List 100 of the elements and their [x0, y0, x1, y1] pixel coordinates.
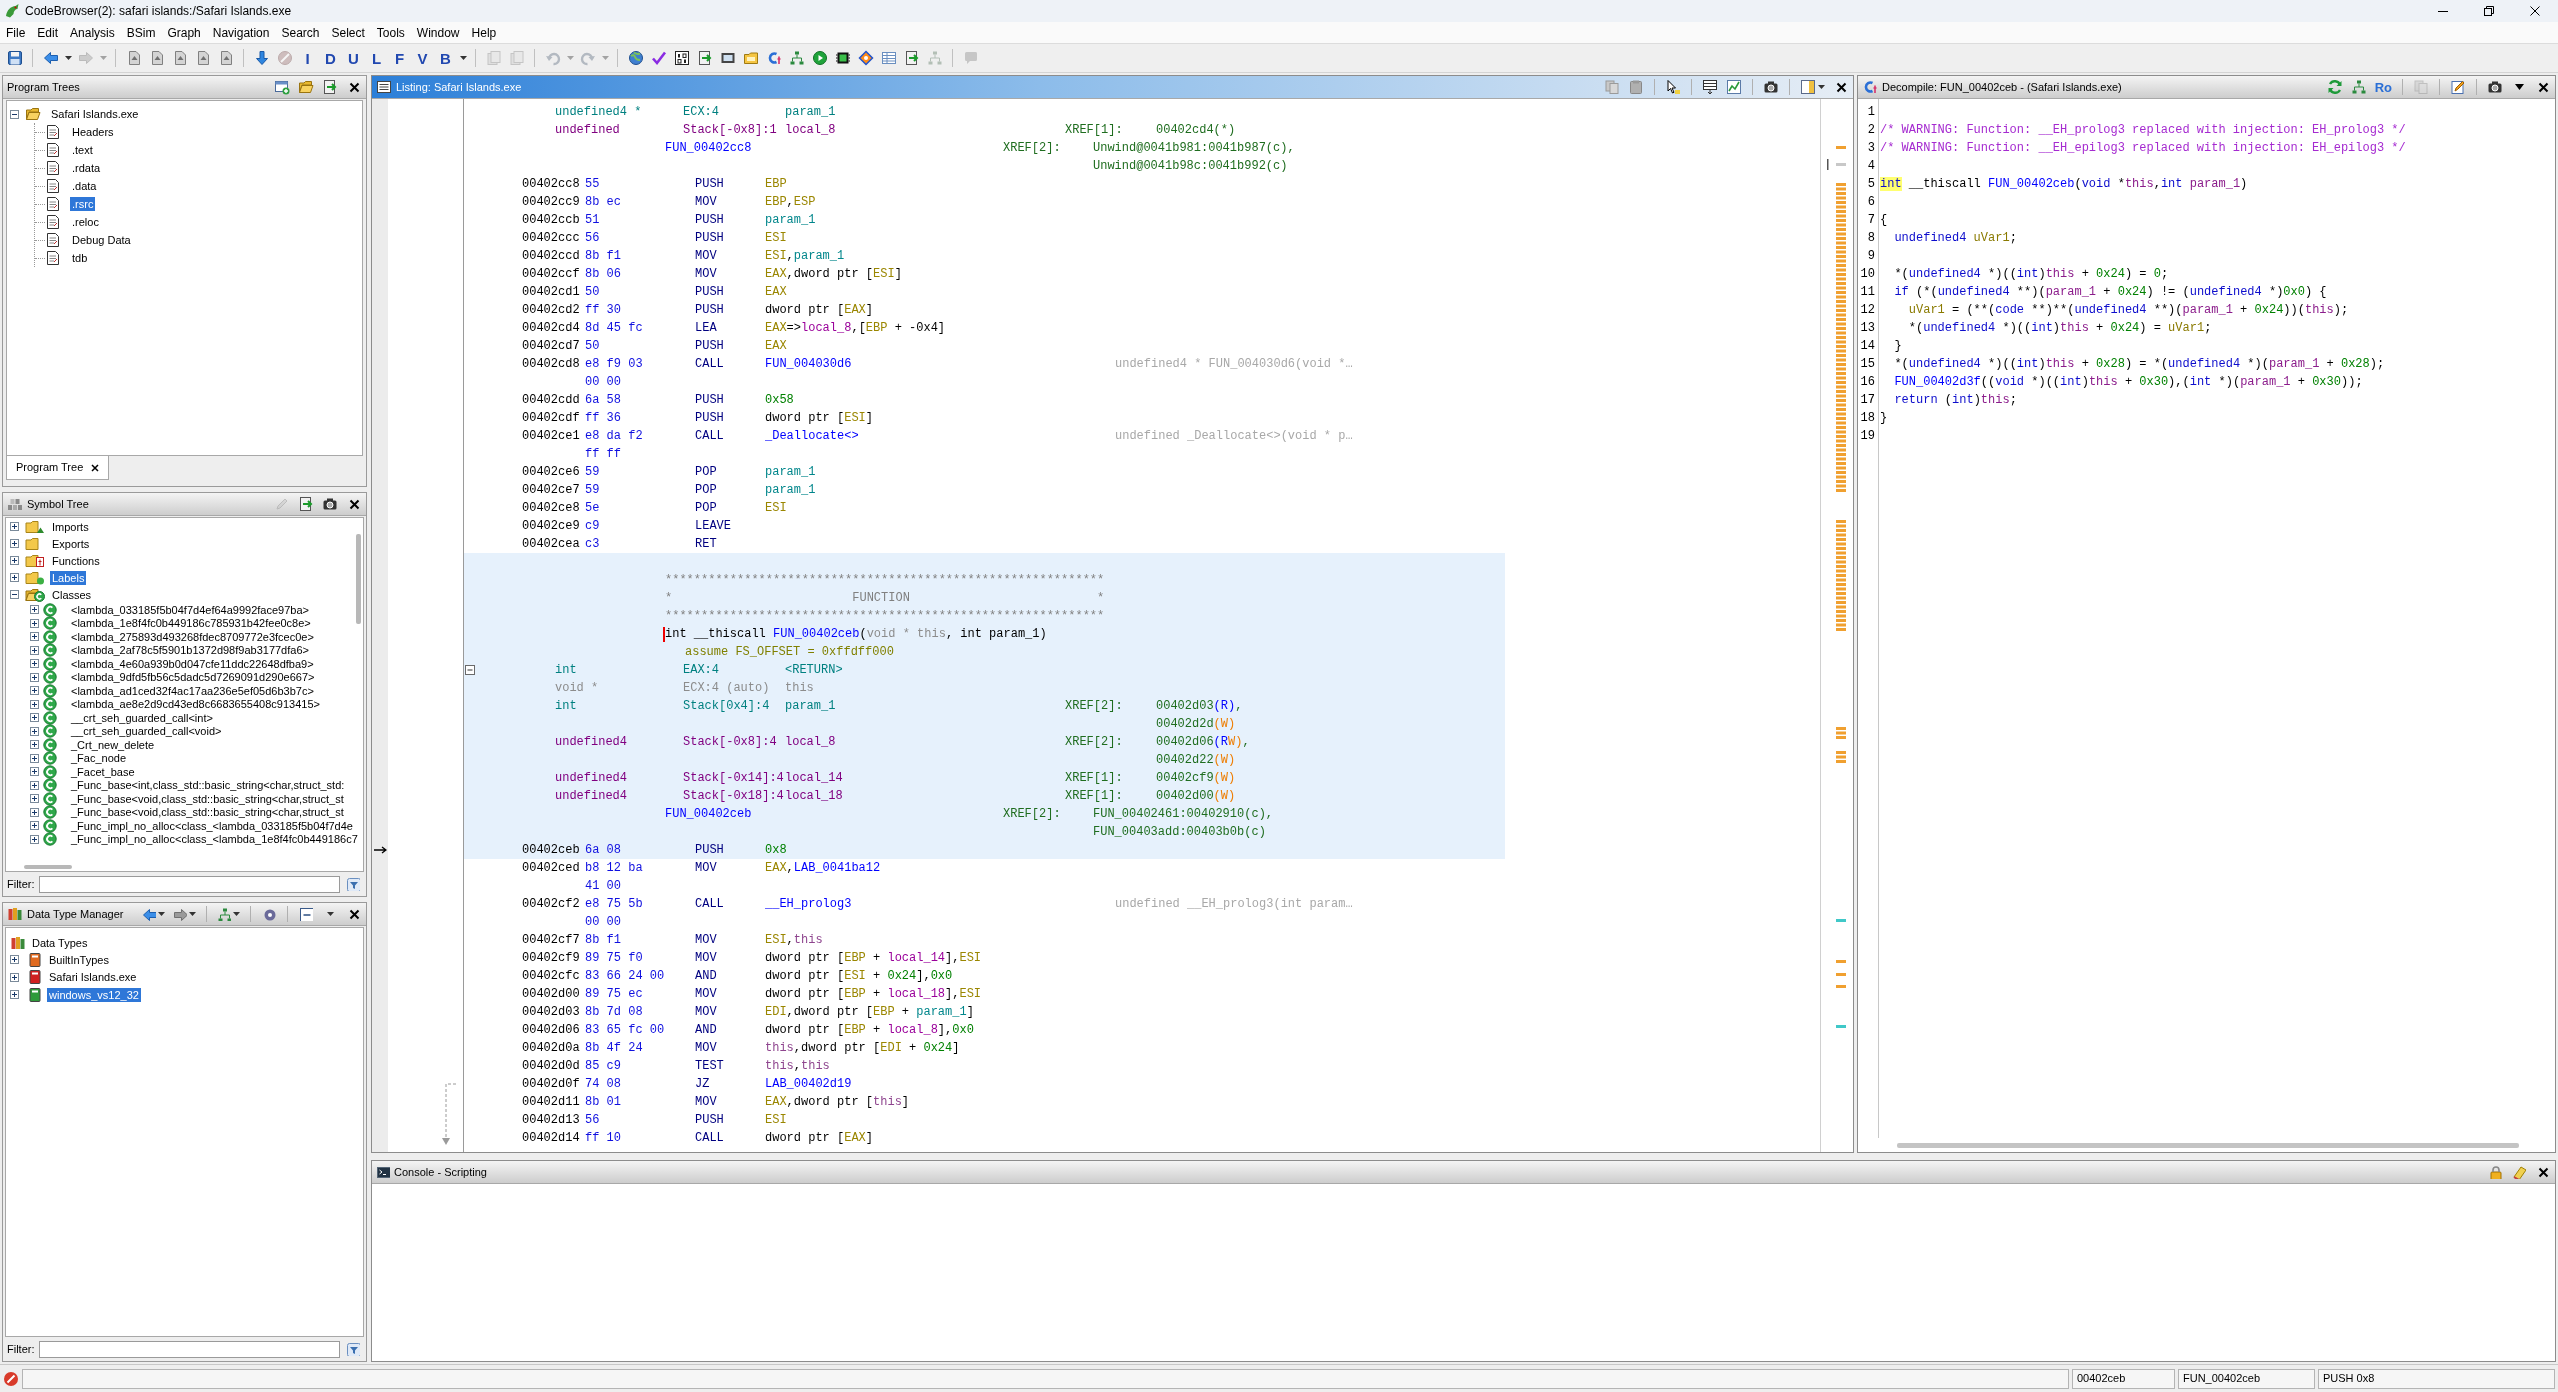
menu-item[interactable]: Graph [167, 24, 201, 41]
menu-item[interactable]: Tools [376, 24, 405, 41]
tree-item[interactable]: Classes [50, 587, 94, 602]
tree-item[interactable]: __crt_seh_guarded_call<int> [69, 710, 215, 725]
expand-icon[interactable] [30, 726, 39, 736]
expand-icon[interactable] [10, 522, 19, 531]
filter-options-button[interactable] [344, 875, 362, 893]
expand-icon[interactable] [10, 955, 19, 965]
xref-text[interactable]: Unwind@0041b98c:0041b992(c) [1093, 159, 1288, 173]
expand-icon[interactable] [30, 699, 39, 709]
tree-item[interactable]: .text [70, 143, 95, 157]
tree-item[interactable]: BuiltInTypes [47, 952, 111, 967]
expand-icon[interactable] [30, 780, 39, 790]
tree-item[interactable]: Debug Data [70, 233, 133, 247]
expand-icon[interactable] [30, 645, 39, 655]
expand-icon[interactable] [30, 605, 39, 615]
expand-icon[interactable] [10, 573, 19, 582]
xref-text[interactable]: 00402d2d(W) [1156, 717, 1236, 731]
function-label[interactable]: FUN_00402cc8 [665, 141, 752, 155]
tree-item[interactable]: .rdata [70, 161, 103, 175]
tree-item[interactable]: _Fac_node [69, 751, 129, 766]
toolbar-button[interactable]: U [342, 46, 365, 70]
expand-icon[interactable] [30, 834, 39, 844]
tree-item[interactable]: _Func_base<void,class_std::basic_string<char,struct_st [69, 805, 346, 820]
toolbar-button[interactable]: L [365, 46, 388, 70]
tree-item[interactable]: .rsrc [70, 197, 96, 211]
menu-item[interactable]: File [6, 24, 26, 41]
tree-item[interactable]: <lambda_2af78c5f5901b1372d98f9ab3177dfa6> [69, 643, 311, 658]
toolbar-button[interactable]: Ro [2372, 77, 2394, 97]
tree-item[interactable]: .data [70, 179, 99, 193]
expand-icon[interactable] [10, 539, 19, 548]
expand-icon[interactable] [10, 972, 19, 982]
horizontal-scrollbar[interactable] [1897, 1142, 2519, 1148]
expand-icon[interactable] [30, 821, 39, 831]
tree-item[interactable]: _Crt_new_delete [69, 737, 157, 752]
tree-item[interactable]: Data Types [30, 935, 90, 950]
scrollbar-thumb[interactable] [24, 865, 72, 869]
xref-text[interactable]: Unwind@0041b981:0041b987(c), [1093, 141, 1295, 155]
expand-icon[interactable] [30, 740, 39, 750]
collapse-icon[interactable] [10, 109, 19, 119]
xref-text[interactable]: 00402d03(R), [1156, 699, 1243, 713]
xref-text[interactable]: FUN_00402461:00402910(c), [1093, 807, 1274, 821]
tree-item[interactable]: _Func_base<int,class_std::basic_string<char,struct_std: [69, 778, 347, 793]
tree-item[interactable]: Exports [50, 536, 92, 551]
tree-item[interactable]: Imports [50, 519, 91, 534]
expand-icon[interactable] [10, 556, 19, 565]
expand-icon[interactable] [30, 686, 39, 696]
tree-item[interactable]: Labels [50, 570, 87, 585]
collapse-icon[interactable] [10, 590, 19, 599]
tree-item[interactable]: __crt_seh_guarded_call<void> [69, 724, 224, 739]
menu-item[interactable]: Window [416, 24, 460, 41]
tree-item[interactable]: Functions [50, 553, 102, 568]
tree-item[interactable]: <lambda_ae8e2d9cd43ed8c6683655408c913415> [69, 697, 322, 712]
expand-icon[interactable] [30, 807, 39, 817]
toolbar-button[interactable]: D [319, 46, 342, 70]
xref-text[interactable]: 00402d06(RW), [1156, 735, 1250, 749]
expand-icon[interactable] [30, 672, 39, 682]
menu-item[interactable]: BSim [126, 24, 156, 41]
collapse-icon[interactable] [465, 665, 475, 675]
menu-item[interactable]: Navigation [212, 24, 270, 41]
tree-item[interactable]: _Func_base<void,class_std::basic_string<char,struct_st [69, 791, 346, 806]
tree-item[interactable]: <lambda_ad1ced32f4ac17aa236e5ef05d6b3b7c> [69, 683, 316, 698]
xref-text[interactable]: 00402d00(W) [1156, 789, 1236, 803]
tree-item[interactable]: Safari Islands.exe [47, 970, 139, 985]
toolbar-button[interactable]: V [411, 46, 434, 70]
filter-field[interactable] [38, 1340, 340, 1358]
menu-item[interactable]: Edit [37, 24, 59, 41]
tree-item[interactable]: Headers [70, 125, 116, 139]
tab[interactable]: Program Tree [6, 456, 110, 480]
xref-text[interactable]: 00402d22(W) [1156, 753, 1236, 767]
tree-item[interactable]: <lambda_9dfd5fb56c5dadc5d7269091d290e667> [69, 670, 317, 685]
panel-button[interactable] [1700, 77, 1720, 97]
tree-item[interactable]: <lambda_275893d493268fdec8709772e3fcec0e> [69, 629, 316, 644]
tree-item[interactable]: <lambda_1e8f4fc0b449186c785931b42fee0c8e> [69, 616, 313, 631]
expand-icon[interactable] [10, 990, 19, 1000]
xref-text[interactable]: 00402cf9(W) [1156, 771, 1236, 785]
expand-icon[interactable] [30, 794, 39, 804]
expand-icon[interactable] [30, 618, 39, 628]
toolbar-button[interactable]: I [296, 46, 319, 70]
xref-text[interactable]: FUN_00403add:00403b0b(c) [1093, 825, 1266, 839]
menu-item[interactable]: Select [331, 24, 365, 41]
tree-item[interactable]: _Func_impl_no_alloc<class_<lambda_033185f5b04f7d4e [69, 818, 355, 833]
tree-item[interactable]: _Func_impl_no_alloc<class_<lambda_1e8f4fc0b449186c7 [69, 832, 360, 847]
toolbar-button[interactable]: B [434, 46, 469, 70]
function-label[interactable]: FUN_00402ceb [665, 807, 752, 821]
expand-icon[interactable] [30, 632, 39, 642]
menu-item[interactable]: Help [471, 24, 497, 41]
menu-item[interactable]: Search [281, 24, 320, 41]
tree-item[interactable]: tdb [70, 251, 90, 265]
tree-item[interactable]: windows_vs12_32 [47, 987, 141, 1002]
filter-options-button[interactable] [344, 1340, 362, 1358]
expand-icon[interactable] [30, 713, 39, 723]
filter-field[interactable] [38, 875, 340, 893]
expand-icon[interactable] [30, 767, 39, 777]
tree-item[interactable]: Safari Islands.exe [49, 107, 141, 121]
toolbar-button[interactable]: F [388, 46, 411, 70]
expand-icon[interactable] [30, 659, 39, 669]
expand-icon[interactable] [30, 753, 39, 763]
tree-item[interactable]: <lambda_033185f5b04f7d4ef64a9992face97ba> [69, 602, 311, 617]
tree-item[interactable]: _Facet_base [69, 764, 137, 779]
